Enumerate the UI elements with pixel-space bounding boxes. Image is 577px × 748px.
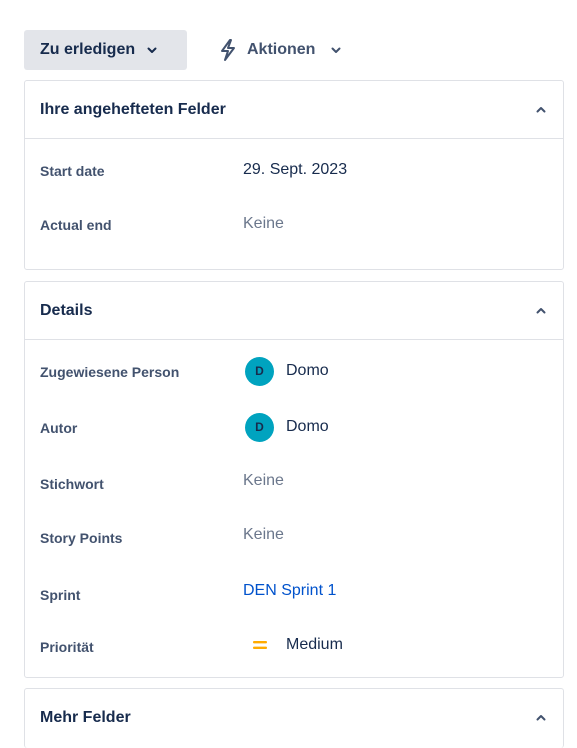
field-row-actual-end: Actual end Keine xyxy=(40,209,548,239)
field-label: Sprint xyxy=(40,587,81,603)
field-row-reporter: Autor D Domo xyxy=(40,412,548,442)
priority-medium-icon xyxy=(245,635,274,655)
field-label: Start date xyxy=(40,163,105,179)
sprint-link[interactable]: DEN Sprint 1 xyxy=(243,576,336,606)
field-label: Autor xyxy=(40,420,78,436)
panel-title: Ihre angehefteten Felder xyxy=(40,100,226,118)
priority-value[interactable]: Medium xyxy=(245,630,343,660)
chevron-down-icon xyxy=(329,43,343,57)
start-date-value[interactable]: 29. Sept. 2023 xyxy=(243,155,347,185)
field-row-start-date: Start date 29. Sept. 2023 xyxy=(40,155,548,185)
actions-dropdown-button[interactable]: Aktionen xyxy=(217,30,343,70)
actual-end-value[interactable]: Keine xyxy=(243,209,284,239)
reporter-name: Domo xyxy=(286,418,329,435)
panel-title: Mehr Felder xyxy=(40,709,131,726)
field-row-assignee: Zugewiesene Person D Domo xyxy=(40,356,548,386)
more-fields-panel: Mehr Felder xyxy=(24,688,564,748)
chevron-down-icon xyxy=(145,43,159,57)
field-row-priority: Priorität Medium xyxy=(40,630,548,660)
chevron-up-icon[interactable] xyxy=(534,103,548,117)
reporter-value[interactable]: D Domo xyxy=(245,412,329,442)
assignee-name: Domo xyxy=(286,362,329,379)
priority-name: Medium xyxy=(286,636,343,653)
chevron-up-icon[interactable] xyxy=(534,304,548,318)
assignee-value[interactable]: D Domo xyxy=(245,356,329,386)
issue-toolbar: Zu erledigen Aktionen xyxy=(24,30,563,70)
pinned-fields-panel: Ihre angehefteten Felder Start date 29. … xyxy=(24,80,564,270)
status-label: Zu erledigen xyxy=(40,41,136,58)
avatar: D xyxy=(245,412,274,442)
details-header[interactable]: Details xyxy=(25,282,563,340)
labels-value[interactable]: Keine xyxy=(243,466,284,496)
details-panel: Details Zugewiesene Person D Domo Autor … xyxy=(24,281,564,678)
story-points-value[interactable]: Keine xyxy=(243,520,284,550)
field-label: Actual end xyxy=(40,217,112,233)
lightning-icon xyxy=(217,38,239,62)
field-label: Stichwort xyxy=(40,476,104,492)
actions-label: Aktionen xyxy=(247,41,316,58)
field-label: Story Points xyxy=(40,530,123,546)
panel-title: Details xyxy=(40,301,93,319)
field-row-labels: Stichwort Keine xyxy=(40,466,548,496)
pinned-fields-header[interactable]: Ihre angehefteten Felder xyxy=(25,81,563,139)
more-fields-header[interactable]: Mehr Felder xyxy=(25,689,563,747)
field-row-sprint: Sprint DEN Sprint 1 xyxy=(40,576,548,606)
field-label: Zugewiesene Person xyxy=(40,364,180,380)
status-dropdown-button[interactable]: Zu erledigen xyxy=(24,30,187,70)
field-row-story-points: Story Points Keine xyxy=(40,520,548,550)
field-label: Priorität xyxy=(40,639,94,655)
chevron-up-icon[interactable] xyxy=(534,711,548,725)
avatar: D xyxy=(245,356,274,386)
